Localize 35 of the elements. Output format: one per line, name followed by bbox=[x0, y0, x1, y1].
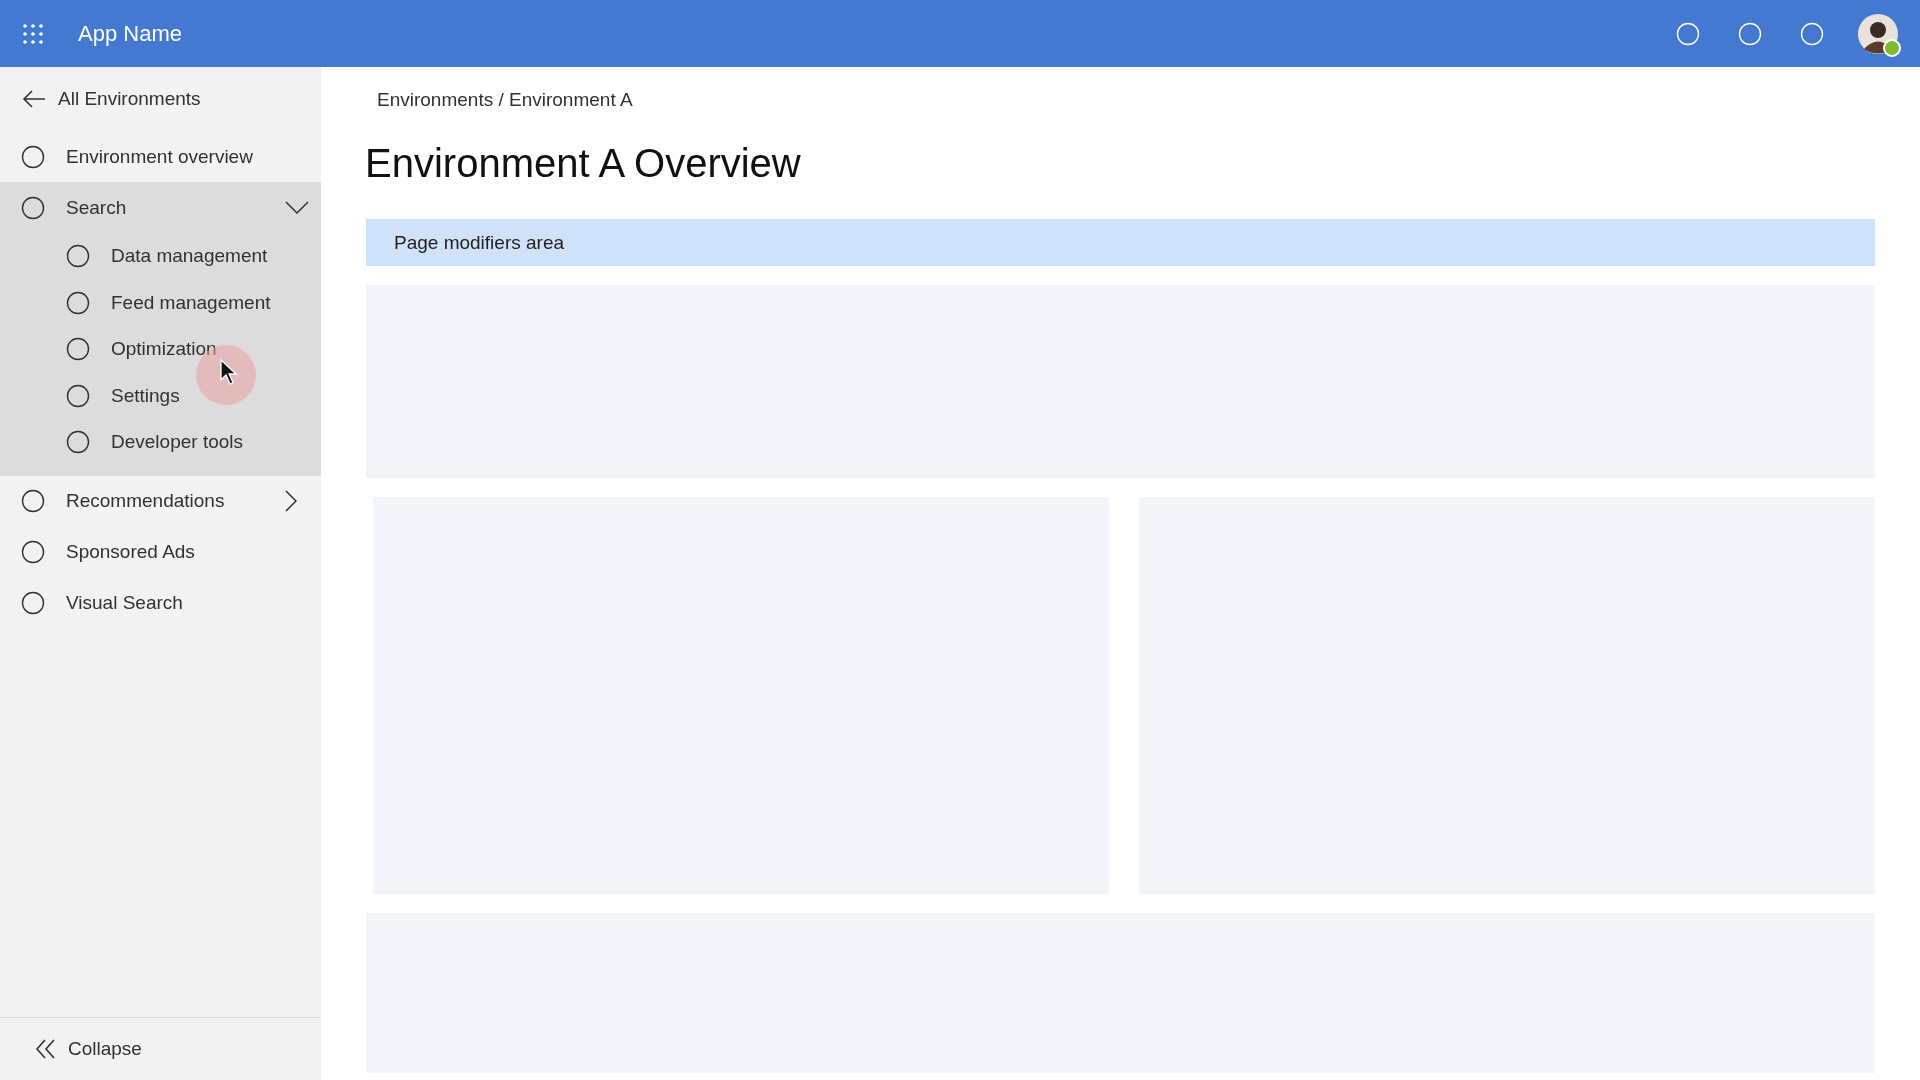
breadcrumb: Environments / Environment A bbox=[377, 89, 634, 112]
cursor-icon bbox=[220, 359, 238, 385]
header-circle-icon[interactable] bbox=[1800, 21, 1824, 46]
circle-icon bbox=[66, 430, 90, 455]
app-name: App Name bbox=[78, 20, 182, 47]
back-link[interactable]: All Environments bbox=[0, 67, 321, 131]
nav-subitem[interactable]: Data management bbox=[0, 233, 321, 280]
nav-item[interactable]: Visual Search bbox=[0, 577, 321, 629]
nav-subitem[interactable]: Settings bbox=[0, 372, 321, 419]
nav-item[interactable]: Environment overview bbox=[0, 131, 321, 182]
app-launcher-icon[interactable] bbox=[22, 22, 44, 45]
nav-subitem[interactable]: Optimization bbox=[0, 326, 321, 373]
nav-item[interactable]: Search bbox=[0, 182, 321, 233]
circle-icon bbox=[66, 383, 90, 408]
circle-icon bbox=[21, 591, 45, 615]
circle-icon bbox=[66, 337, 90, 362]
header-circle-icon[interactable] bbox=[1676, 21, 1700, 46]
chevron-down-icon bbox=[285, 200, 309, 215]
nav-subitem[interactable]: Developer tools bbox=[0, 419, 321, 466]
page-modifiers-bar: Page modifiers area bbox=[366, 219, 1875, 266]
double-chevron-left-icon bbox=[34, 1038, 58, 1060]
user-avatar[interactable] bbox=[1858, 13, 1898, 54]
circle-icon bbox=[66, 244, 90, 269]
chevron-right-icon bbox=[285, 490, 297, 512]
circle-icon bbox=[21, 195, 45, 220]
page-title: Environment A Overview bbox=[365, 141, 802, 187]
circle-icon bbox=[21, 489, 45, 513]
circle-icon bbox=[21, 540, 45, 564]
nav-item[interactable]: Recommendations bbox=[0, 475, 321, 527]
circle-icon bbox=[21, 144, 45, 169]
header-circle-icon[interactable] bbox=[1738, 21, 1762, 46]
back-arrow-icon bbox=[22, 89, 46, 109]
circle-icon bbox=[66, 290, 90, 315]
nav-item[interactable]: Sponsored Ads bbox=[0, 526, 321, 578]
nav-subitem[interactable]: Feed management bbox=[0, 279, 321, 326]
